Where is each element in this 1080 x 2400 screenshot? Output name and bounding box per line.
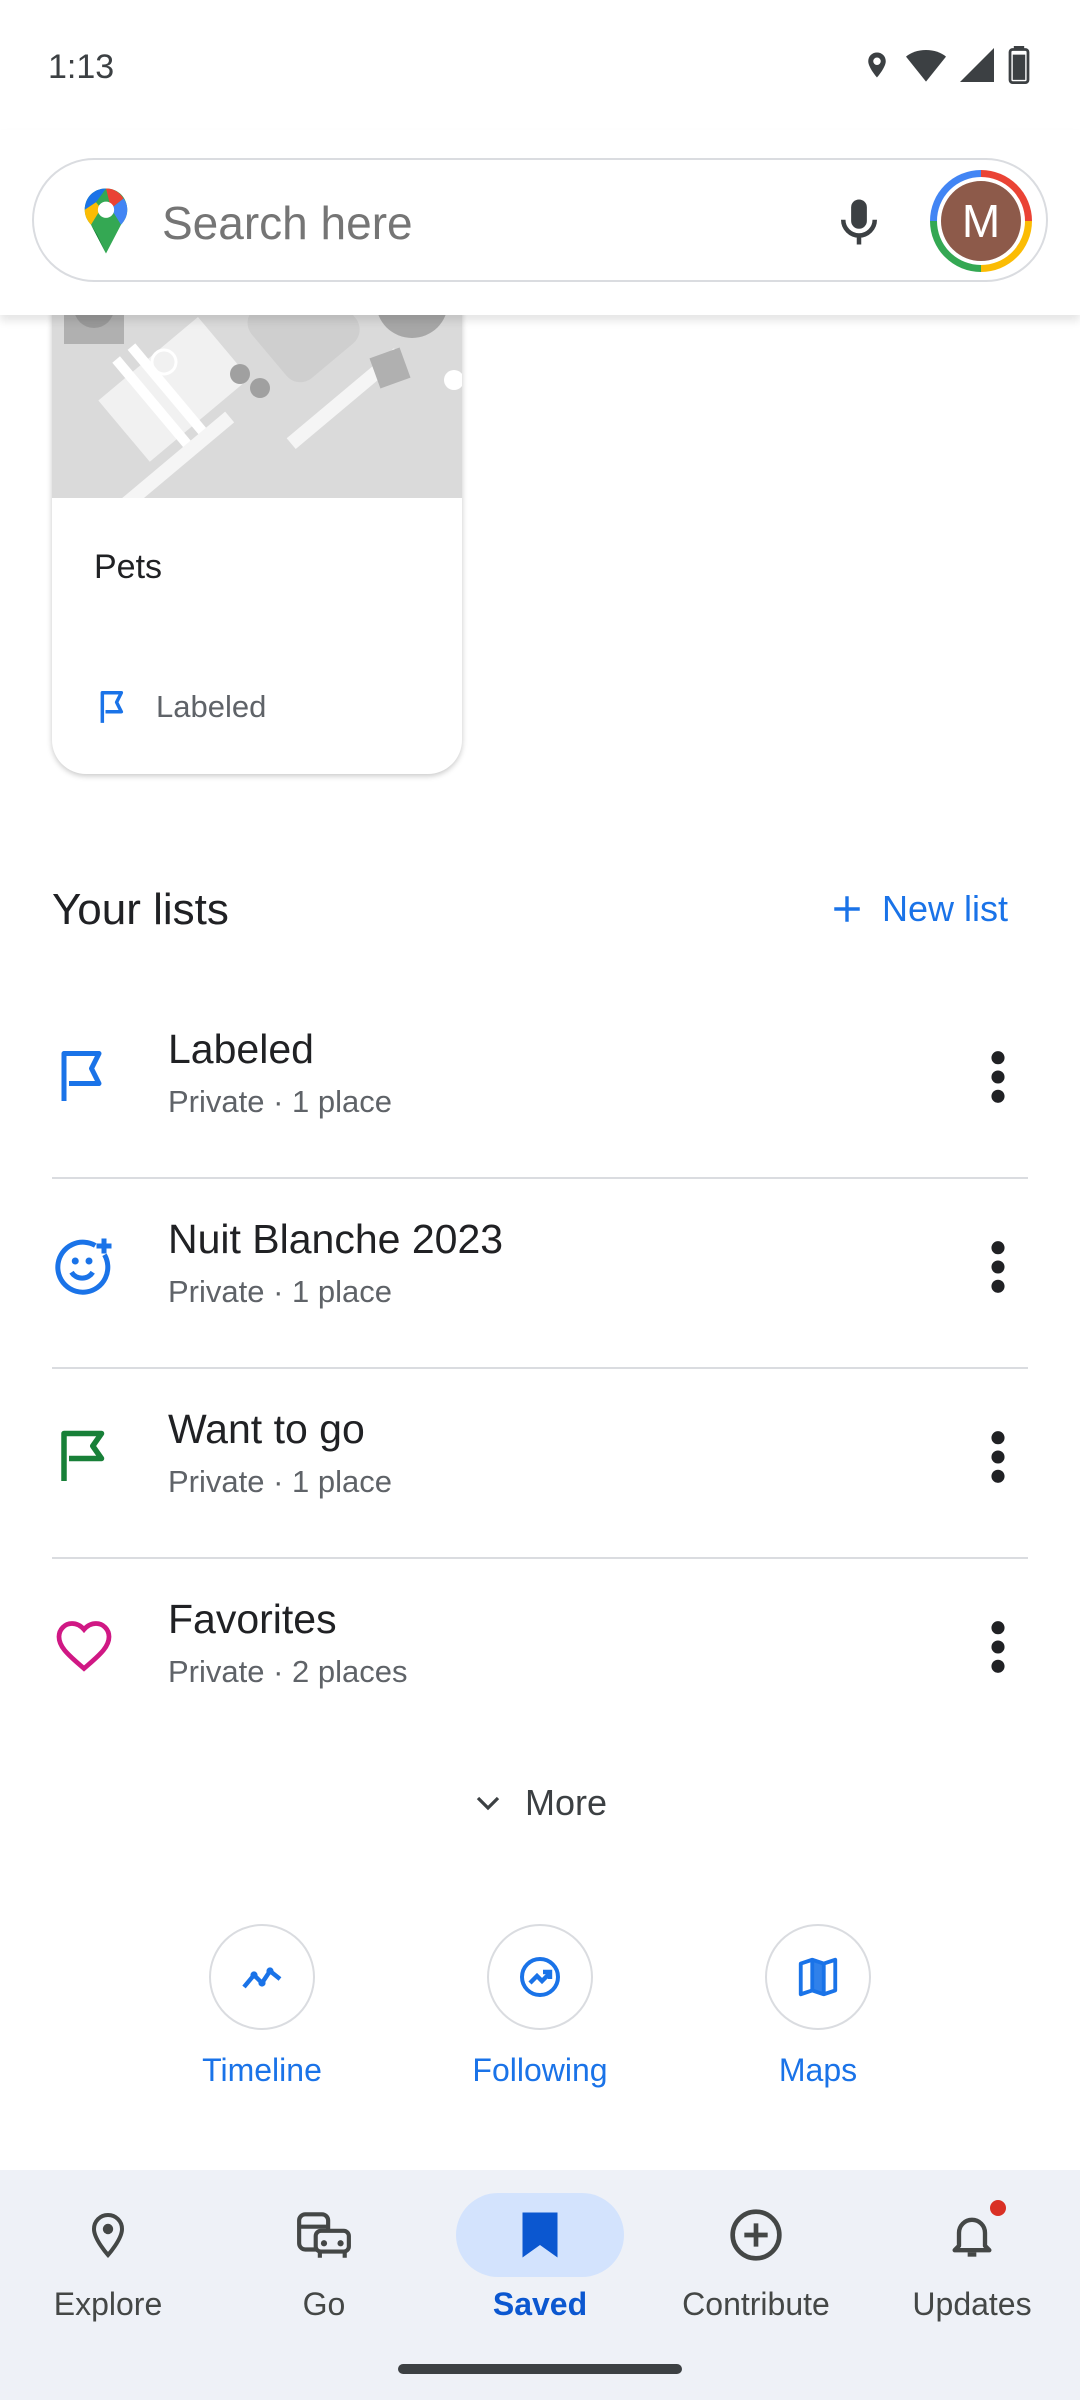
more-options-icon[interactable] [978,1430,1018,1484]
list-item-nuit-blanche[interactable]: Nuit Blanche 2023 Private · 1 place [0,1178,1080,1368]
add-circle-icon [730,2209,782,2261]
status-time: 1:13 [48,48,115,86]
list-title: Want to go [168,1406,365,1452]
list-subtitle: Private · 1 place [168,1084,392,1119]
status-icons [862,46,1030,84]
more-options-icon[interactable] [978,1240,1018,1294]
list-item-favorites[interactable]: Favorites Private · 2 places [0,1558,1080,1748]
wifi-icon [906,50,946,82]
account-avatar-button[interactable]: M [930,170,1032,272]
card-list-label-text: Labeled [156,689,267,724]
google-maps-logo-icon [84,188,128,254]
timeline-button[interactable] [209,1924,315,2030]
card-list-label: Labeled [96,688,266,726]
search-bar[interactable]: M [32,158,1048,282]
bookmark-icon [522,2212,558,2258]
list-item-labeled[interactable]: Labeled Private · 1 place [0,988,1080,1178]
shortcut-label: Timeline [202,2052,322,2088]
more-label: More [524,1782,608,1823]
nav-label: Contribute [682,2286,830,2322]
nav-label: Explore [53,2286,163,2322]
new-list-button[interactable]: New list [830,888,1008,930]
search-header: M [0,130,1080,315]
avatar: M [937,177,1025,265]
notification-badge [990,2200,1006,2216]
new-list-label: New list [881,888,1008,929]
map-icon [798,1957,838,1997]
heart-icon [56,1621,112,1672]
location-icon [868,52,886,78]
following-icon [520,1957,560,1997]
more-lists-button[interactable]: More [0,1782,1080,1824]
list-item-want-to-go[interactable]: Want to go Private · 1 place [0,1368,1080,1558]
more-options-icon[interactable] [978,1050,1018,1104]
nav-label: Updates [912,2286,1032,2322]
nav-explore[interactable]: Explore [0,2190,216,2323]
card-title: Pets [94,548,163,586]
location-pin-icon [91,2212,125,2258]
list-subtitle: Private · 1 place [168,1464,392,1499]
nav-go[interactable]: Go [216,2190,432,2323]
flag-outline-icon [100,691,124,723]
active-indicator [456,2193,624,2277]
nav-updates[interactable]: Updates [864,2190,1080,2323]
home-indicator[interactable] [398,2364,682,2374]
shortcut-label: Maps [778,2052,858,2088]
following-button[interactable] [487,1924,593,2030]
nav-label: Go [302,2286,346,2322]
list-title: Favorites [168,1596,337,1642]
timeline-icon [242,1967,282,1989]
nav-contribute[interactable]: Contribute [648,2190,864,2323]
shortcut-timeline[interactable]: Timeline [132,1924,392,2089]
more-options-icon[interactable] [978,1620,1018,1674]
section-title-your-lists: Your lists [52,885,229,934]
shortcut-maps[interactable]: Maps [688,1924,948,2089]
bell-icon [952,2217,992,2257]
search-input[interactable] [162,196,762,250]
microphone-icon[interactable] [832,194,886,250]
list-subtitle: Private · 1 place [168,1274,392,1309]
maps-button[interactable] [765,1924,871,2030]
list-subtitle: Private · 2 places [168,1654,408,1689]
shortcut-following[interactable]: Following [410,1924,670,2089]
plus-icon [834,896,860,922]
chevron-down-icon [476,1796,500,1811]
commute-icon [297,2212,351,2258]
flag-outline-icon [61,1051,102,1101]
emoji-add-icon [55,1238,112,1295]
list-title: Nuit Blanche 2023 [168,1216,504,1262]
battery-icon [1008,46,1030,84]
flag-icon [61,1430,105,1481]
status-bar: 1:13 [0,0,1080,130]
list-title: Labeled [168,1026,314,1072]
signal-icon [960,48,994,82]
shortcut-label: Following [472,2052,608,2088]
nav-saved[interactable]: Saved [432,2190,648,2323]
nav-label: Saved [492,2286,588,2322]
